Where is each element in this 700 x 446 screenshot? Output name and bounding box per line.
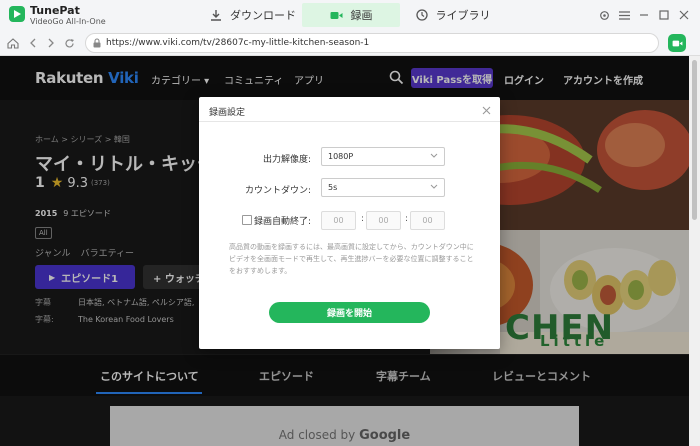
close-icon[interactable] xyxy=(480,104,492,116)
autostop-seconds-input[interactable]: 00 xyxy=(410,211,445,230)
menu-icon[interactable] xyxy=(617,8,631,22)
chevron-down-icon xyxy=(430,153,438,158)
tab-download-label: ダウンロード xyxy=(230,9,296,22)
maximize-icon[interactable] xyxy=(657,8,671,22)
tab-download[interactable]: ダウンロード xyxy=(205,3,301,27)
autostop-minutes-input[interactable]: 00 xyxy=(366,211,401,230)
start-recording-button[interactable]: 録画を開始 xyxy=(269,302,430,323)
camera-icon xyxy=(330,11,342,19)
app-subtitle: VideoGo All-In-One xyxy=(30,17,106,26)
dialog-note: 高品質の動画を録画するには、最高画質に設定してから、カウントダウン中にビデオを全… xyxy=(229,243,474,275)
dialog-divider xyxy=(199,121,500,122)
app-name: TunePat xyxy=(30,4,80,17)
forward-icon[interactable] xyxy=(44,36,58,50)
time-colon: : xyxy=(361,214,365,224)
app-titlebar: TunePat VideoGo All-In-One ダウンロード 録画 ライブ… xyxy=(0,0,700,30)
app-logo xyxy=(9,6,25,22)
scroll-thumb[interactable] xyxy=(692,60,697,220)
back-icon[interactable] xyxy=(26,36,40,50)
lock-icon xyxy=(93,38,101,48)
camera-icon xyxy=(672,40,682,46)
resolution-value: 1080P xyxy=(328,152,354,161)
countdown-value: 5s xyxy=(328,183,338,192)
clock-icon xyxy=(415,9,428,21)
time-colon: : xyxy=(405,214,409,224)
chevron-down-icon xyxy=(430,184,438,189)
record-settings-dialog: 録画設定 出力解像度: 1080P カウントダウン: 5s 録画自動終了: 00… xyxy=(199,97,500,349)
resolution-select[interactable]: 1080P xyxy=(321,147,445,166)
home-icon[interactable] xyxy=(6,36,20,50)
tab-record[interactable]: 録画 xyxy=(302,3,400,27)
url-input[interactable]: https://www.viki.com/tv/28607c-my-little… xyxy=(85,33,659,53)
countdown-select[interactable]: 5s xyxy=(321,178,445,197)
record-float-button[interactable] xyxy=(668,34,686,52)
autostop-hours-input[interactable]: 00 xyxy=(321,211,356,230)
reload-icon[interactable] xyxy=(62,36,76,50)
autostop-label: 録画自動終了: xyxy=(253,217,311,227)
settings-icon[interactable] xyxy=(597,8,611,22)
browser-toolbar: https://www.viki.com/tv/28607c-my-little… xyxy=(0,30,700,56)
dialog-title: 録画設定 xyxy=(209,108,246,118)
countdown-label: カウントダウン: xyxy=(244,186,311,196)
tab-record-label: 録画 xyxy=(350,9,373,22)
tab-library-label: ライブラリ xyxy=(435,9,491,22)
download-icon xyxy=(211,10,221,21)
resolution-label: 出力解像度: xyxy=(262,155,311,165)
minimize-icon[interactable] xyxy=(637,8,651,22)
tab-library[interactable]: ライブラリ xyxy=(405,3,501,27)
close-window-icon[interactable] xyxy=(677,8,691,22)
